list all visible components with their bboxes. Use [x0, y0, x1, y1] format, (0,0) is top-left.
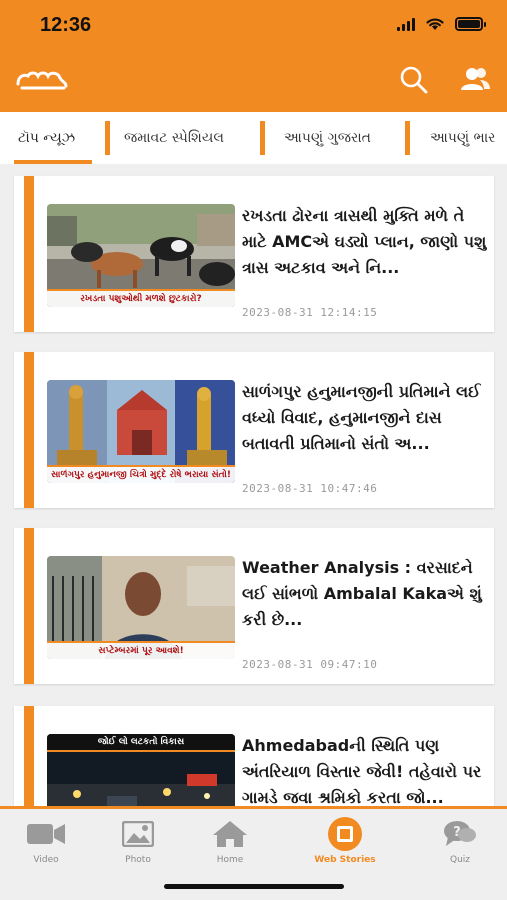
card-accent-bar	[24, 176, 34, 332]
tab-divider	[260, 121, 265, 155]
thumbnail-caption: સપ્ટેમ્બરમાં પૂર આવશે!	[47, 641, 235, 659]
news-headline[interactable]: રખડતા ઢોરના ત્રાસથી મુક્તિ મળે તે માટે A…	[242, 203, 488, 281]
nav-web-stories[interactable]: Web Stories	[305, 817, 385, 865]
home-indicator[interactable]	[164, 884, 344, 889]
active-tab-indicator	[14, 160, 92, 164]
thumbnail-caption: રખડતા પશુઓથી મળશે છુટકારો?	[47, 289, 235, 307]
news-thumbnail[interactable]: સપ્ટેમ્બરમાં પૂર આવશે!	[47, 556, 235, 659]
tab-divider	[405, 121, 410, 155]
nav-video[interactable]: Video	[6, 819, 86, 865]
news-card[interactable]: રખડતા પશુઓથી મળશે છુટકારો? રખડતા ઢોરના ત…	[14, 176, 494, 332]
nav-label: Home	[216, 855, 244, 865]
status-icons	[397, 16, 486, 31]
video-camera-icon	[27, 824, 65, 844]
news-timestamp: 2023-08-31 09:47:10	[242, 658, 378, 671]
svg-text:?: ?	[453, 825, 461, 840]
news-card[interactable]: સાળંગપુર હનુમાનજી ચિત્રો મુદ્દે રોષે ભરા…	[14, 352, 494, 508]
nav-label: Quiz	[449, 855, 470, 865]
wifi-icon	[426, 18, 444, 30]
nav-label: Web Stories	[314, 855, 376, 865]
news-headline[interactable]: Ahmedabadની સ્થિતિ પણ અંતરિયાળ વિસ્તાર જ…	[242, 733, 488, 811]
home-icon	[213, 821, 247, 847]
tab-divider	[105, 121, 110, 155]
users-profile-icon[interactable]	[458, 64, 492, 96]
tab-aapnu-bharat[interactable]: આપણું ભાર	[430, 112, 495, 164]
tab-aapnu-gujarat[interactable]: આપણું ગુજરાત	[284, 112, 371, 164]
card-accent-bar	[24, 528, 34, 684]
news-card[interactable]: સપ્ટેમ્બરમાં પૂર આવશે! Weather Analysis …	[14, 528, 494, 684]
news-headline[interactable]: સાળંગપુર હનુમાનજીની પ્રતિમાને લઈ વધ્યો વ…	[242, 379, 488, 457]
app-header: 12:36	[0, 0, 507, 112]
nav-home[interactable]: Home	[190, 819, 270, 865]
news-thumbnail[interactable]: સાળંગપુર હનુમાનજી ચિત્રો મુદ્દે રોષે ભરા…	[47, 380, 235, 483]
web-stories-icon	[328, 817, 362, 851]
thumbnail-caption: જોઈ લો લટકતો વિકાસ	[47, 734, 235, 752]
tab-jamawat-special[interactable]: જમાવટ સ્પેશિયલ	[124, 112, 224, 164]
nav-photo[interactable]: Photo	[98, 819, 178, 865]
logo-wordmark-icon	[16, 71, 68, 90]
news-headline[interactable]: Weather Analysis : વરસાદને લઈ સાંભળો Amb…	[242, 555, 488, 633]
tab-top-news[interactable]: ટૉપ ન્યૂઝ	[18, 112, 75, 164]
nav-quiz[interactable]: ? Quiz	[420, 819, 500, 865]
app-logo[interactable]	[14, 66, 70, 99]
battery-icon	[455, 16, 486, 31]
cellular-signal-icon	[397, 17, 415, 31]
status-time: 12:36	[40, 14, 92, 36]
news-timestamp: 2023-08-31 12:14:15	[242, 306, 378, 319]
news-thumbnail[interactable]: રખડતા પશુઓથી મળશે છુટકારો?	[47, 204, 235, 307]
quiz-icon: ?	[444, 821, 476, 846]
nav-label: Photo	[125, 855, 151, 865]
news-timestamp: 2023-08-31 10:47:46	[242, 482, 378, 495]
nav-label: Video	[33, 855, 59, 865]
card-accent-bar	[24, 352, 34, 508]
search-icon[interactable]	[398, 64, 430, 96]
photo-icon	[122, 821, 154, 847]
thumbnail-caption: સાળંગપુર હનુમાનજી ચિત્રો મુદ્દે રોષે ભરા…	[47, 465, 235, 483]
category-tabs: ટૉપ ન્યૂઝ જમાવટ સ્પેશિયલ આપણું ગુજરાત આપ…	[0, 112, 507, 164]
